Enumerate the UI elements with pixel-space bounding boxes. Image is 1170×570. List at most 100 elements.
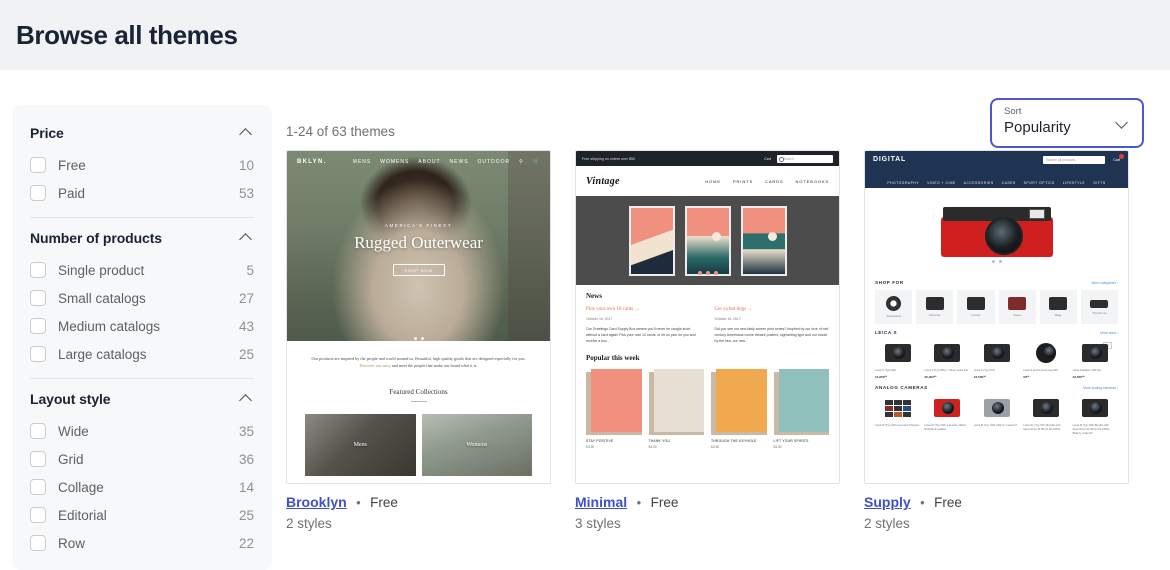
- product-image: [648, 369, 704, 435]
- chevron-up-icon[interactable]: [240, 231, 254, 245]
- news-date: October 16, 2017: [714, 317, 741, 321]
- checkbox-wide[interactable]: [30, 423, 46, 439]
- filter-option-free[interactable]: Free 10: [30, 151, 254, 179]
- filter-option-count: 27: [238, 290, 254, 306]
- checkbox-collage[interactable]: [30, 479, 46, 495]
- news-item: Get ya hot dogs → October 16, 2017 Did y…: [715, 307, 830, 344]
- filter-group-number-of-products-header[interactable]: Number of products: [30, 226, 254, 256]
- checkbox-large-catalogs[interactable]: [30, 346, 46, 362]
- product-image: [773, 369, 829, 435]
- section-header: ANALOG CAMERAS More analog cameras ›: [875, 385, 1118, 390]
- theme-meta-minimal: Minimal • Free 3 styles: [575, 484, 840, 531]
- filter-option-medium-catalogs[interactable]: Medium catalogs 43: [30, 312, 254, 340]
- filter-option-row[interactable]: Row 22: [30, 529, 254, 557]
- product-price: 34,500⁰⁰: [1072, 375, 1085, 379]
- checkbox-single-product[interactable]: [30, 262, 46, 278]
- theme-name-link[interactable]: Brooklyn: [286, 494, 347, 510]
- brooklyn-hero-text: AMERICA'S FINEST Rugged Outerwear SHOP N…: [287, 223, 550, 276]
- filter-option-small-catalogs[interactable]: Small catalogs 27: [30, 284, 254, 312]
- product-card: Leica SL (Typ 601) Bundle with Summicron…: [1023, 395, 1069, 436]
- collection-tile: Mens: [305, 414, 416, 476]
- filter-option-count: 53: [238, 185, 254, 201]
- chevron-up-icon[interactable]: [240, 126, 254, 140]
- theme-price: Free: [370, 495, 398, 510]
- theme-preview-supply[interactable]: DIGITAL Search all products... Cart PHOT…: [864, 150, 1129, 484]
- filter-option-paid[interactable]: Paid 53: [30, 179, 254, 207]
- filter-option-count: 10: [238, 157, 254, 173]
- theme-styles: 2 styles: [864, 516, 910, 531]
- filter-group-price-header[interactable]: Price: [30, 121, 254, 151]
- checkbox-editorial[interactable]: [30, 507, 46, 523]
- product-image: [1023, 395, 1069, 421]
- section-title: SHOP FOR: [875, 280, 904, 285]
- minimal-search-input: Search: [777, 154, 833, 163]
- product-price: $3.50: [586, 445, 595, 449]
- chevron-up-icon[interactable]: [240, 392, 254, 406]
- theme-name-link[interactable]: Minimal: [575, 494, 627, 510]
- page-header: Browse all themes: [0, 0, 1170, 70]
- cart-icon-label: Cart: [1113, 154, 1124, 162]
- theme-preview-minimal[interactable]: Free shipping on orders over $50 Cart Se…: [575, 150, 840, 484]
- product-name: THROUGH THE KEYHOLE: [711, 439, 757, 443]
- chevron-down-icon[interactable]: [1117, 118, 1129, 130]
- supply-section-analog-cameras: ANALOG CAMERAS More analog cameras › Lei…: [865, 379, 1128, 436]
- theme-separator: •: [636, 495, 642, 510]
- brooklyn-intro-tail: and meet the people that make our brand …: [391, 363, 478, 368]
- checkbox-paid[interactable]: [30, 185, 46, 201]
- category-label: Thumbs Up: [1092, 310, 1107, 315]
- filter-option-collage[interactable]: Collage 14: [30, 473, 254, 501]
- product-card: THANK YOU $3.50: [648, 369, 704, 449]
- product-name: Leica M (Typ 240) 240mm 'Leica Kit': [973, 424, 1018, 427]
- section-header: LEICA S More leica ›: [875, 330, 1118, 335]
- news-date: October 16, 2017: [586, 317, 613, 321]
- section-link: More analog cameras ›: [1083, 386, 1118, 390]
- news-title: Get ya hot dogs →: [714, 307, 753, 312]
- minimal-promo-text: Free shipping on orders over $50: [582, 156, 635, 161]
- category-label: Cases: [1013, 313, 1022, 317]
- checkbox-free[interactable]: [30, 157, 46, 173]
- filter-group-layout-style-header[interactable]: Layout style: [30, 387, 254, 417]
- page-body: Price Free 10 Paid 53 Number of products: [0, 70, 1170, 570]
- checkbox-grid[interactable]: [30, 451, 46, 467]
- news-title: Pick your own 10 cards →: [586, 307, 640, 312]
- product-price: 21,950⁰⁰: [875, 375, 887, 379]
- supply-hero: [865, 188, 1128, 274]
- news-body: Our Greetings Card Supply Box means you'…: [586, 327, 696, 343]
- filter-option-count: 36: [238, 451, 254, 467]
- minimal-logo: Vintage: [586, 175, 620, 187]
- product-card: ✕ Leica S-Edition 100 Set 34,500⁰⁰: [1072, 340, 1119, 379]
- filter-option-count: 22: [238, 535, 254, 551]
- brooklyn-preview-nav: BKLYN. MENS WOMENS ABOUT NEWS OUTDOOR ⚲ …: [287, 151, 550, 173]
- shop-category: Lenses: [957, 290, 995, 324]
- filter-option-wide[interactable]: Wide 35: [30, 417, 254, 445]
- product-image: [973, 340, 1020, 366]
- leica-product-row: Leica S (Typ 006) 21,950⁰⁰ Leica S (Typ …: [875, 340, 1119, 379]
- theme-name-link[interactable]: Supply: [864, 494, 911, 510]
- nav-item: WOMENS: [380, 159, 410, 165]
- nav-item: ABOUT: [418, 159, 441, 165]
- product-card: Leica S (Typ 006) + 70mm Leica Set 25,20…: [924, 340, 970, 379]
- filter-option-large-catalogs[interactable]: Large catalogs 25: [30, 340, 254, 368]
- filter-group-layout-style-title: Layout style: [30, 391, 111, 407]
- checkbox-medium-catalogs[interactable]: [30, 318, 46, 334]
- filter-group-price: Price Free 10 Paid 53: [30, 121, 254, 207]
- supply-logo: DIGITAL: [873, 156, 907, 163]
- filter-option-label: Editorial: [58, 507, 107, 523]
- category-label: Accessories: [886, 314, 902, 318]
- checkbox-small-catalogs[interactable]: [30, 290, 46, 306]
- shop-category: Accessories: [875, 290, 913, 324]
- nav-item: MENS: [352, 159, 372, 165]
- filter-option-label: Paid: [58, 185, 86, 201]
- filter-option-grid[interactable]: Grid 36: [30, 445, 254, 473]
- filter-option-label: Row: [58, 535, 86, 551]
- brooklyn-intro-text: Our products are inspired by the people …: [311, 356, 526, 361]
- checkbox-row[interactable]: [30, 535, 46, 551]
- filter-option-single-product[interactable]: Single product 5: [30, 256, 254, 284]
- sort-select[interactable]: Sort Popularity: [990, 98, 1144, 148]
- product-image: [586, 369, 642, 435]
- filter-group-number-of-products: Number of products Single product 5 Smal…: [30, 226, 254, 368]
- product-card: Leica M (Typ 240) a la carte Program: [875, 395, 921, 436]
- theme-preview-brooklyn[interactable]: BKLYN. MENS WOMENS ABOUT NEWS OUTDOOR ⚲ …: [286, 150, 551, 484]
- filter-option-label: Collage: [58, 479, 104, 495]
- filter-option-editorial[interactable]: Editorial 25: [30, 501, 254, 529]
